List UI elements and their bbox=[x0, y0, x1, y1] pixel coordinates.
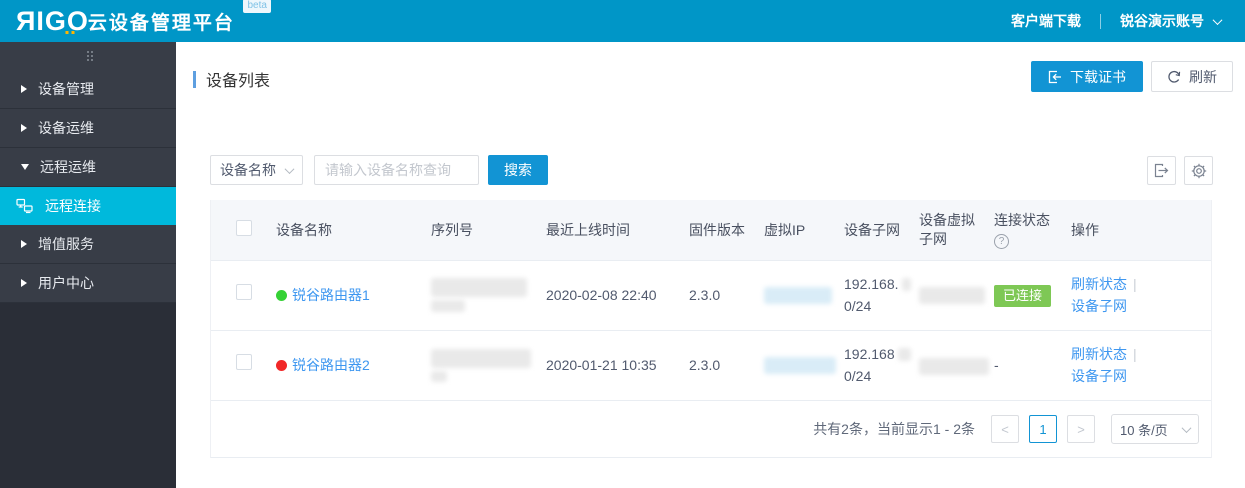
firmware-cell: 2.3.0 bbox=[689, 260, 764, 330]
col-header-serial: 序列号 bbox=[431, 200, 546, 260]
sidebar-item-remote-ops[interactable]: 远程运维 bbox=[0, 148, 176, 187]
main-content: 设备列表 下载证书 刷新 设备名称 bbox=[176, 42, 1245, 488]
download-certificate-button[interactable]: 下载证书 bbox=[1031, 61, 1143, 92]
device-name-link[interactable]: 锐谷路由器1 bbox=[292, 284, 370, 306]
app-title: 云设备管理平台 beta bbox=[88, 8, 235, 35]
table-row: 锐谷路由器2 2020-01-21 10:35 2.3.0 192.168 bbox=[211, 330, 1211, 400]
redacted-virtual-subnet bbox=[919, 358, 989, 375]
device-name-link[interactable]: 锐谷路由器2 bbox=[292, 354, 370, 376]
refresh-status-link[interactable]: 刷新状态 bbox=[1071, 276, 1127, 292]
col-header-device-subnet: 设备子网 bbox=[844, 200, 919, 260]
select-all-checkbox[interactable] bbox=[236, 220, 252, 236]
col-header-firmware: 固件版本 bbox=[689, 200, 764, 260]
device-subnet-cell: 192.168. 0/24 bbox=[844, 260, 919, 330]
status-badge: 已连接 bbox=[994, 285, 1051, 307]
help-icon[interactable]: ? bbox=[994, 234, 1009, 249]
connection-status-cell: - bbox=[994, 330, 1071, 400]
arrow-down-icon bbox=[21, 164, 29, 170]
refresh-status-link[interactable]: 刷新状态 bbox=[1071, 346, 1127, 362]
title-accent-bar bbox=[193, 71, 196, 88]
col-header-virtual-ip: 虚拟IP bbox=[764, 200, 844, 260]
account-name: 锐谷演示账号 bbox=[1120, 11, 1204, 31]
current-page-button[interactable]: 1 bbox=[1029, 415, 1057, 443]
last-online-cell: 2020-02-08 22:40 bbox=[546, 260, 689, 330]
account-menu[interactable]: 锐谷演示账号 bbox=[1120, 11, 1221, 31]
refresh-button[interactable]: 刷新 bbox=[1151, 61, 1233, 92]
logo-text: ЯIGO bbox=[16, 6, 89, 37]
redacted-serial bbox=[431, 278, 527, 297]
sidebar-item-remote-connect-active[interactable]: 远程连接 bbox=[0, 187, 176, 225]
arrow-right-icon bbox=[21, 240, 27, 248]
table-header-row: 设备名称 序列号 最近上线时间 固件版本 虚拟IP 设备子网 设备虚拟子网 连接… bbox=[211, 200, 1211, 260]
col-header-device-name: 设备名称 bbox=[276, 200, 431, 260]
offline-status-dot bbox=[276, 360, 287, 371]
chevron-down-icon bbox=[1213, 15, 1223, 25]
col-header-connection-status: 连接状态 ? bbox=[994, 200, 1071, 260]
sidebar-collapse-handle[interactable] bbox=[0, 42, 176, 70]
serial-cell bbox=[431, 260, 546, 330]
client-download-link[interactable]: 客户端下载 bbox=[1011, 11, 1081, 31]
prev-page-button[interactable]: < bbox=[991, 415, 1019, 443]
sidebar-item-device-management[interactable]: 设备管理 bbox=[0, 70, 176, 109]
arrow-right-icon bbox=[21, 124, 27, 132]
last-online-cell: 2020-01-21 10:35 bbox=[546, 330, 689, 400]
redacted-serial bbox=[431, 300, 465, 312]
actions-cell: 刷新状态| 设备子网 bbox=[1071, 260, 1211, 330]
download-certificate-icon bbox=[1048, 70, 1062, 84]
sidebar-item-user-center[interactable]: 用户中心 bbox=[0, 264, 176, 303]
arrow-right-icon bbox=[21, 85, 27, 93]
redacted-virtual-subnet bbox=[919, 287, 985, 304]
topbar: ЯIGO 云设备管理平台 beta 客户端下载 锐谷演示账号 bbox=[0, 0, 1245, 42]
pagination-bar: 共有2条，当前显示1 - 2条 < 1 > 10 条/页 bbox=[211, 400, 1211, 458]
remote-connection-icon bbox=[16, 198, 33, 214]
search-input[interactable] bbox=[314, 155, 479, 185]
redacted-serial bbox=[431, 371, 447, 382]
redacted-virtual-ip bbox=[764, 287, 832, 304]
row-checkbox[interactable] bbox=[236, 354, 252, 370]
rigo-logo: ЯIGO bbox=[10, 6, 76, 37]
device-subnet-link[interactable]: 设备子网 bbox=[1071, 298, 1127, 314]
page-title: 设备列表 bbox=[206, 67, 270, 91]
chevron-down-icon bbox=[1182, 423, 1192, 433]
drag-dots-icon bbox=[87, 51, 89, 53]
export-button[interactable] bbox=[1147, 156, 1176, 185]
redacted-subnet-part bbox=[902, 278, 912, 291]
device-subnet-cell: 192.168 0/24 bbox=[844, 330, 919, 400]
col-header-last-online: 最近上线时间 bbox=[546, 200, 689, 260]
sidebar-footer-area bbox=[0, 303, 176, 488]
column-settings-button[interactable] bbox=[1184, 156, 1213, 185]
sidebar-item-device-ops[interactable]: 设备运维 bbox=[0, 109, 176, 148]
sidebar-item-value-added[interactable]: 增值服务 bbox=[0, 225, 176, 264]
refresh-icon bbox=[1167, 70, 1181, 84]
redacted-virtual-ip bbox=[764, 357, 836, 374]
device-table: 设备名称 序列号 最近上线时间 固件版本 虚拟IP 设备子网 设备虚拟子网 连接… bbox=[210, 200, 1212, 458]
firmware-cell: 2.3.0 bbox=[689, 330, 764, 400]
beta-badge: beta bbox=[243, 0, 270, 13]
topbar-divider bbox=[1100, 14, 1101, 29]
page-size-select[interactable]: 10 条/页 bbox=[1111, 414, 1199, 444]
row-checkbox[interactable] bbox=[236, 284, 252, 300]
chevron-down-icon bbox=[285, 164, 295, 174]
sidebar: 设备管理 设备运维 远程运维 远程连接 bbox=[0, 42, 176, 488]
pagination-summary: 共有2条，当前显示1 - 2条 bbox=[813, 419, 975, 439]
filter-field-select[interactable]: 设备名称 bbox=[210, 155, 303, 185]
export-icon bbox=[1154, 163, 1169, 178]
online-status-dot bbox=[276, 290, 287, 301]
search-button[interactable]: 搜索 bbox=[488, 155, 548, 185]
col-header-device-virtual-subnet: 设备虚拟子网 bbox=[919, 200, 994, 260]
next-page-button[interactable]: > bbox=[1067, 415, 1095, 443]
gear-icon bbox=[1191, 163, 1207, 179]
actions-cell: 刷新状态| 设备子网 bbox=[1071, 330, 1211, 400]
redacted-serial bbox=[431, 349, 531, 368]
arrow-right-icon bbox=[21, 279, 27, 287]
device-subnet-link[interactable]: 设备子网 bbox=[1071, 368, 1127, 384]
table-row: 锐谷路由器1 2020-02-08 22:40 2.3.0 192.168. bbox=[211, 260, 1211, 330]
redacted-subnet-part bbox=[898, 348, 911, 361]
serial-cell bbox=[431, 330, 546, 400]
col-header-actions: 操作 bbox=[1071, 200, 1211, 260]
